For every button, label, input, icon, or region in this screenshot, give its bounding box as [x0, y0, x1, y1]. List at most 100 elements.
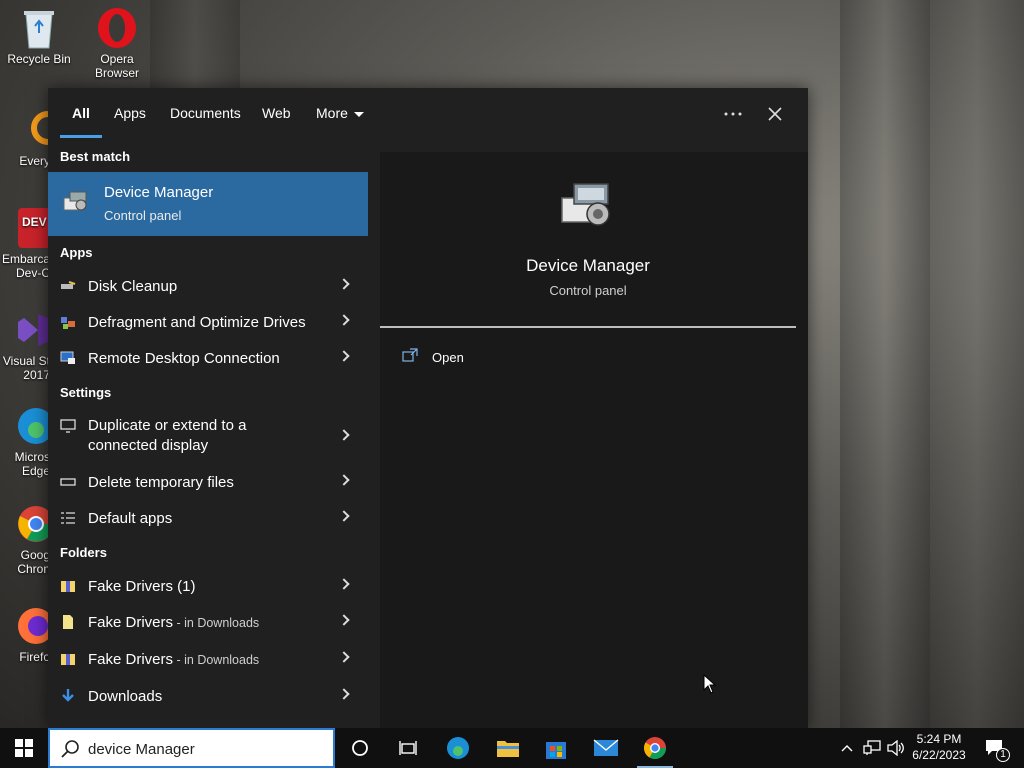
monitor-icon [60, 418, 76, 434]
search-input[interactable] [88, 738, 328, 760]
desktop-icon-recycle-bin[interactable]: Recycle Bin [0, 6, 78, 66]
list-item-label: Fake Drivers - in Downloads [88, 613, 259, 633]
detail-title: Device Manager [526, 256, 650, 275]
device-manager-icon [62, 190, 90, 219]
network-button[interactable] [860, 728, 884, 768]
start-button[interactable] [0, 728, 48, 768]
list-item-folder-fake-drivers-1[interactable]: Fake Drivers (1) [48, 568, 368, 604]
folder-location: - in Downloads [173, 653, 260, 667]
firefox-icon [14, 604, 54, 648]
search-icon [60, 739, 80, 764]
task-view-button[interactable] [384, 728, 432, 768]
list-item-folder-fake-drivers-downloads[interactable]: Fake Drivers - in Downloads [48, 604, 368, 640]
list-item-disk-cleanup[interactable]: Disk Cleanup [48, 268, 368, 304]
network-icon [863, 740, 881, 755]
cortana-icon [352, 740, 368, 756]
open-action[interactable]: Open [402, 348, 522, 368]
tab-more[interactable]: More [316, 105, 364, 121]
mail-icon [593, 739, 619, 756]
list-item-folder-fake-drivers-downloads-2[interactable]: Fake Drivers - in Downloads [48, 641, 368, 677]
chevron-right-icon[interactable] [338, 474, 350, 486]
list-item-folder-downloads[interactable]: Downloads [48, 678, 368, 714]
list-item-label: Delete temporary files [88, 474, 234, 491]
desktop-icon-firefox[interactable]: Firefo [0, 604, 54, 664]
detail-subtitle: Control panel [549, 283, 627, 298]
folder-name: Fake Drivers [88, 651, 174, 668]
desktop-icon-label: Recycle Bin [7, 52, 71, 66]
more-options-button[interactable] [716, 100, 750, 128]
tab-apps[interactable]: Apps [114, 105, 146, 121]
list-item-duplicate-display[interactable]: Duplicate or extend to a connected displ… [48, 408, 368, 464]
desktop-icon-label: Opera Browser [94, 52, 139, 80]
desktop-icon-chrome[interactable]: Goog Chron [0, 502, 54, 576]
open-icon [402, 348, 418, 367]
cortana-button[interactable] [336, 728, 384, 768]
list-item-label: Disk Cleanup [88, 278, 178, 295]
list-item-remote-desktop[interactable]: Remote Desktop Connection [48, 340, 368, 376]
taskbar-chrome-button[interactable] [631, 728, 679, 768]
list-item-label-line2: connected display [88, 437, 209, 454]
chevron-right-icon[interactable] [338, 614, 350, 626]
action-center-button[interactable]: 1 [978, 728, 1012, 768]
folder-icon [497, 741, 519, 757]
mouse-pointer-icon [703, 673, 717, 699]
chevron-right-icon[interactable] [338, 429, 350, 441]
visual-studio-icon [14, 308, 48, 352]
best-match-device-manager[interactable]: Device Manager Control panel [48, 172, 368, 236]
best-match-heading: Best match [60, 149, 131, 164]
close-button[interactable] [758, 100, 792, 128]
desktop-icon-edge[interactable]: Micros Edge [0, 404, 54, 478]
desktop-icon-label: Embarca Dev-C [1, 252, 50, 280]
show-hidden-icons-button[interactable] [836, 728, 858, 768]
taskbar-mail-button[interactable] [582, 728, 630, 768]
list-item-delete-temp-files[interactable]: Delete temporary files [48, 464, 368, 500]
chrome-icon [644, 737, 666, 759]
taskbar-search-box[interactable] [48, 728, 335, 768]
chevron-right-icon[interactable] [338, 350, 350, 362]
ellipsis-icon [724, 112, 742, 116]
desktop-icon-label: Visual St 2017 [2, 354, 50, 382]
start-search-panel: All Apps Documents Web More Best match D… [48, 88, 808, 728]
list-item-default-apps[interactable]: Default apps [48, 500, 368, 536]
taskbar-file-explorer-button[interactable] [484, 728, 532, 768]
desktop-icon-label: Firefo [19, 650, 50, 664]
taskbar-clock[interactable]: 5:24 PM 6/22/2023 [906, 731, 972, 763]
windows-icon [15, 739, 33, 757]
store-icon [546, 742, 566, 759]
chrome-icon [14, 502, 54, 546]
list-item-defragment[interactable]: Defragment and Optimize Drives [48, 304, 368, 340]
tab-all[interactable]: All [60, 105, 102, 138]
settings-heading: Settings [60, 385, 112, 400]
download-arrow-icon [60, 688, 76, 704]
chevron-right-icon[interactable] [338, 651, 350, 663]
desktop-icon-embarcadero[interactable]: DEV Embarca Dev-C [0, 206, 52, 280]
tab-documents[interactable]: Documents [170, 105, 241, 121]
clock-date: 6/22/2023 [912, 748, 966, 762]
chevron-right-icon[interactable] [338, 578, 350, 590]
devcpp-icon: DEV [14, 206, 52, 250]
taskbar-edge-button[interactable] [434, 728, 482, 768]
desktop-icon-visual-studio[interactable]: Visual St 2017 [0, 308, 50, 382]
svg-text:DEV: DEV [22, 215, 47, 229]
chevron-right-icon[interactable] [338, 278, 350, 290]
chevron-right-icon[interactable] [338, 314, 350, 326]
open-label: Open [432, 350, 464, 365]
edge-icon [14, 404, 54, 448]
file-icon [60, 614, 76, 630]
list-item-label: Remote Desktop Connection [88, 350, 280, 367]
list-item-label: Downloads [88, 688, 163, 705]
chevron-right-icon[interactable] [338, 510, 350, 522]
desktop-icon-opera[interactable]: Opera Browser [78, 6, 156, 80]
apps-heading: Apps [60, 245, 93, 260]
chevron-right-icon[interactable] [338, 688, 350, 700]
taskbar-store-button[interactable] [532, 728, 580, 768]
list-item-label: Defragment and Optimize Drives [88, 314, 306, 331]
close-icon [768, 107, 782, 121]
edge-icon [447, 737, 469, 759]
volume-button[interactable] [884, 728, 908, 768]
tab-web[interactable]: Web [262, 105, 291, 121]
remote-desktop-icon [60, 350, 76, 366]
clock-time: 5:24 PM [916, 732, 962, 746]
tab-more-label: More [316, 105, 348, 121]
chevron-down-icon [353, 111, 364, 117]
